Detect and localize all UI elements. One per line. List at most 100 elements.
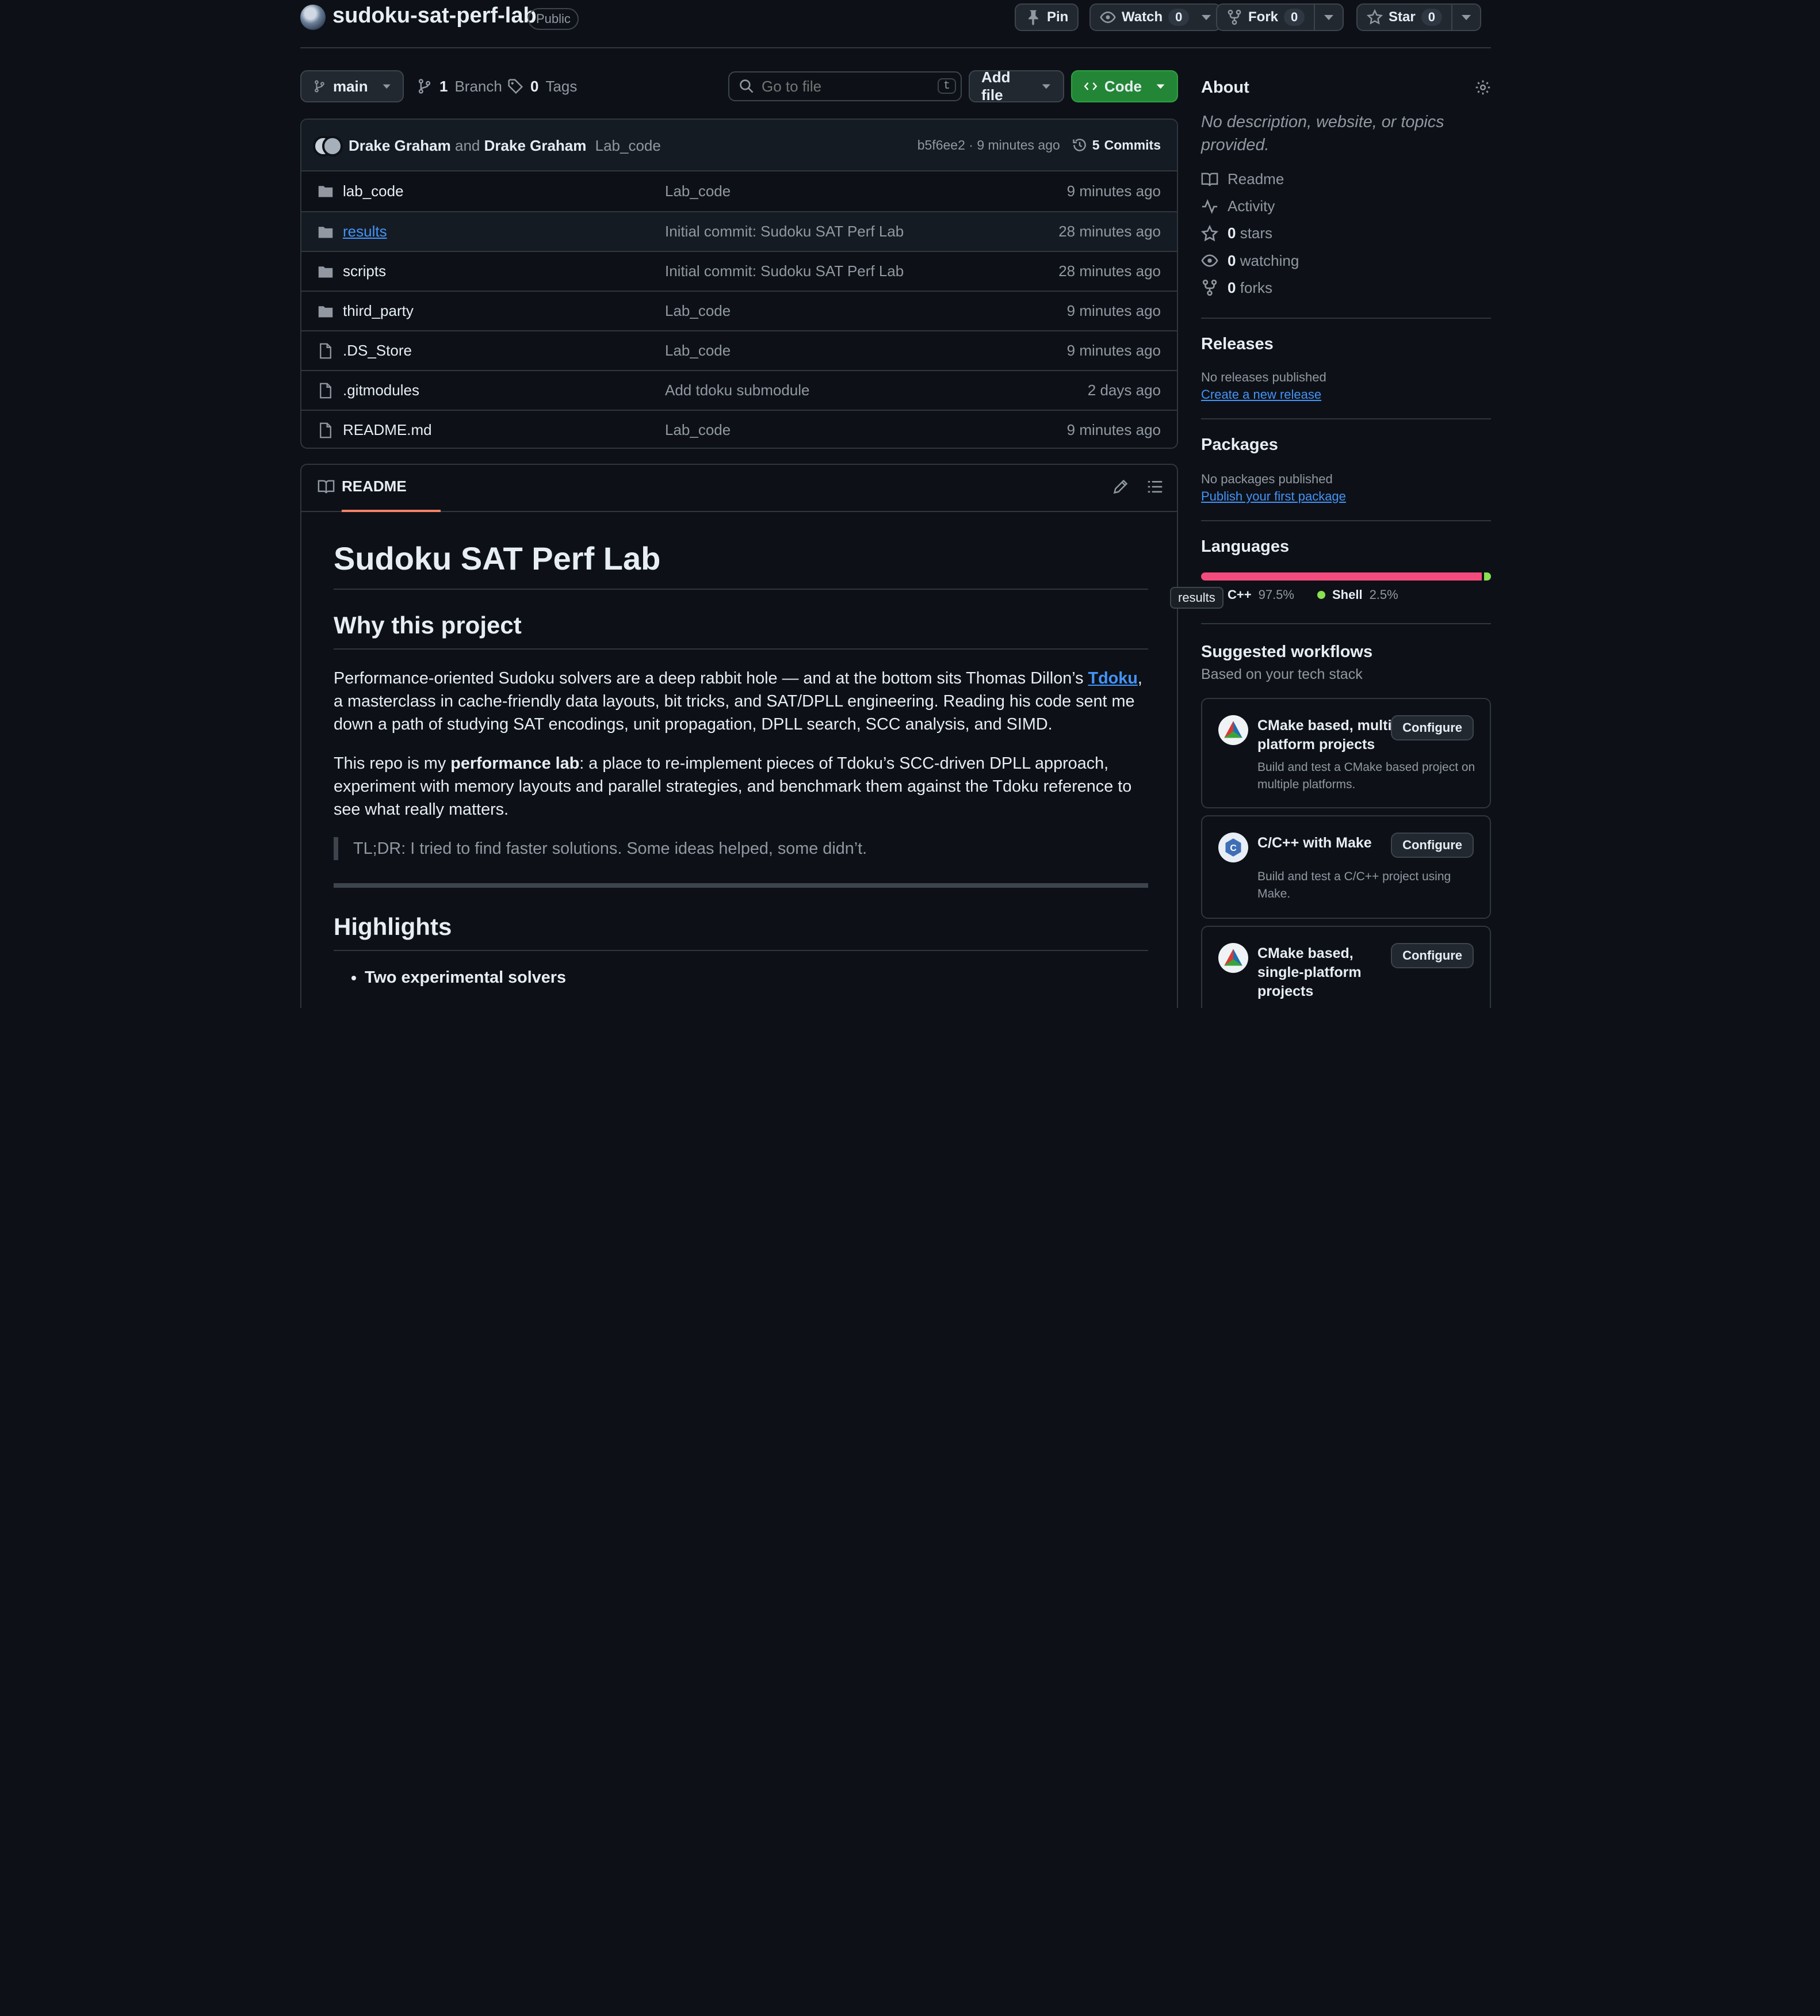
readme-link-label: Readme [1228, 170, 1284, 188]
workflow-title: CMake based, multi-platform projects [1257, 717, 1397, 753]
repo-name-link[interactable]: sudoku-sat-perf-lab [332, 3, 537, 28]
commit-author-link[interactable]: Drake Graham [349, 137, 451, 154]
file-commit-message-link[interactable]: Lab_code [665, 302, 731, 320]
language-item[interactable]: C++ 97.5% [1213, 587, 1294, 602]
file-row[interactable]: .DS_Store Lab_code 9 minutes ago [301, 330, 1177, 370]
branch-select-button[interactable]: main [300, 70, 404, 102]
file-commit-message-link[interactable]: Lab_code [665, 342, 731, 360]
readme-tab[interactable]: README [318, 478, 407, 495]
owner-avatar[interactable] [300, 5, 326, 30]
cmake-logo-icon [1218, 942, 1248, 973]
activity-link[interactable]: Activity [1201, 193, 1491, 220]
releases-title-link[interactable]: Releases [1201, 335, 1491, 354]
add-file-button[interactable]: Add file [969, 68, 1064, 104]
workflow-description: Build and test a C/C++ project using Mak… [1257, 869, 1451, 900]
star-dropdown[interactable] [1451, 5, 1480, 30]
star-icon [1367, 9, 1383, 25]
pin-icon [1028, 10, 1038, 25]
commit-message-link[interactable]: Lab_code [595, 137, 661, 154]
readme-blockquote: TL;DR: I tried to find faster solutions.… [334, 837, 1148, 860]
file-commit-message-link[interactable]: Initial commit: Sudoku SAT Perf Lab [665, 223, 904, 240]
file-row[interactable]: results Initial commit: Sudoku SAT Perf L… [301, 211, 1177, 251]
folder-icon [318, 224, 334, 240]
watching-count: 0 [1228, 251, 1236, 269]
gear-icon[interactable] [1475, 79, 1491, 96]
workflow-title: CMake based, single-platform projects [1257, 945, 1362, 999]
caret-down-icon [1324, 15, 1334, 20]
file-name-link[interactable]: lab_code [343, 182, 404, 200]
create-release-link[interactable]: Create a new release [1201, 387, 1491, 402]
tdoku-link[interactable]: Tdoku [1088, 669, 1138, 688]
commit-author-avatars[interactable] [313, 136, 343, 156]
language-item[interactable]: Shell 2.5% [1317, 587, 1398, 602]
go-to-file-input[interactable] [762, 77, 934, 96]
packages-title-link[interactable]: Packages [1201, 436, 1491, 455]
fork-icon [1228, 9, 1241, 25]
stars-link[interactable]: 0 stars [1201, 220, 1491, 247]
file-icon [318, 343, 334, 359]
file-commit-message-link[interactable]: Add tdoku submodule [665, 381, 810, 399]
configure-button[interactable]: Configure [1391, 832, 1474, 858]
commits-history-link[interactable]: 5 Commits [1072, 137, 1161, 153]
folder-icon [318, 183, 334, 199]
file-commit-message-link[interactable]: Lab_code [665, 421, 731, 439]
about-title: About [1201, 78, 1249, 97]
workflow-card: CMake based, single-platform projects Co… [1201, 925, 1491, 1008]
packages-section: Packages No packages published Publish y… [1201, 419, 1491, 521]
star-icon [1201, 224, 1218, 242]
watching-link[interactable]: 0 watching [1201, 247, 1491, 274]
file-name-link[interactable]: third_party [343, 302, 414, 320]
fork-dropdown[interactable] [1314, 5, 1343, 30]
readme-text: Performance-oriented Sudoku solvers are … [334, 669, 1088, 688]
tag-icon [508, 79, 523, 94]
file-row[interactable]: scripts Initial commit: Sudoku SAT Perf L… [301, 251, 1177, 291]
file-name-link[interactable]: results [343, 223, 387, 240]
releases-empty-text: No releases published [1201, 369, 1326, 384]
star-button-group: Star 0 [1356, 3, 1481, 31]
file-commit-time: 9 minutes ago [1066, 342, 1161, 359]
file-row[interactable]: lab_code Lab_code 9 minutes ago [301, 171, 1177, 211]
file-name-link[interactable]: .DS_Store [343, 342, 412, 360]
fork-button[interactable]: Fork 0 [1217, 5, 1314, 30]
language-bar-segment[interactable] [1201, 572, 1482, 581]
commit-sha-link[interactable]: b5f6ee2 [917, 138, 965, 152]
publish-package-link[interactable]: Publish your first package [1201, 489, 1491, 504]
repo-sidebar: About No description, website, or topics… [1201, 71, 1491, 1008]
pin-button[interactable]: Pin [1015, 3, 1079, 31]
language-bar[interactable] [1201, 572, 1491, 581]
file-commit-time: 28 minutes ago [1058, 262, 1161, 280]
commits-count: 5 [1092, 137, 1100, 152]
commit-coauthor-link[interactable]: Drake Graham [484, 137, 587, 154]
tags-link[interactable]: 0 Tags [507, 70, 577, 102]
file-commit-time: 28 minutes ago [1058, 223, 1161, 240]
forks-link[interactable]: 0 forks [1201, 274, 1491, 301]
go-to-file-search[interactable]: t [728, 71, 962, 101]
file-commit-message-link[interactable]: Lab_code [665, 182, 731, 200]
file-browser: Drake Graham and Drake Graham Lab_code b… [300, 119, 1178, 449]
readme-link[interactable]: Readme [1201, 166, 1491, 193]
readme-divider [334, 883, 1148, 888]
branches-link[interactable]: 1 Branch [416, 70, 502, 102]
configure-button[interactable]: Configure [1391, 715, 1474, 740]
tags-count: 0 [530, 77, 539, 95]
star-button[interactable]: Star 0 [1358, 5, 1451, 30]
file-row[interactable]: third_party Lab_code 9 minutes ago [301, 291, 1177, 330]
pencil-icon[interactable] [1112, 479, 1129, 495]
file-name-link[interactable]: README.md [343, 421, 432, 439]
language-bar-segment[interactable] [1483, 572, 1491, 581]
file-row[interactable]: README.md Lab_code 9 minutes ago [301, 410, 1177, 448]
code-button[interactable]: Code [1071, 70, 1178, 102]
about-description: No description, website, or topics provi… [1201, 113, 1444, 154]
configure-button[interactable]: Configure [1391, 942, 1474, 968]
file-commit-message-link[interactable]: Initial commit: Sudoku SAT Perf Lab [665, 262, 904, 280]
watch-button[interactable]: Watch 0 [1091, 5, 1198, 30]
file-name-link[interactable]: scripts [343, 262, 386, 280]
caret-down-icon [383, 84, 391, 89]
file-name-link[interactable]: .gitmodules [343, 381, 419, 399]
readme-bold-text: performance lab [450, 754, 580, 773]
list-outline-icon[interactable] [1147, 479, 1163, 495]
star-label: Star [1389, 9, 1416, 25]
stars-label: stars [1240, 224, 1273, 242]
file-row[interactable]: .gitmodules Add tdoku submodule 2 days ago [301, 370, 1177, 410]
branch-label: Branch [454, 77, 502, 95]
